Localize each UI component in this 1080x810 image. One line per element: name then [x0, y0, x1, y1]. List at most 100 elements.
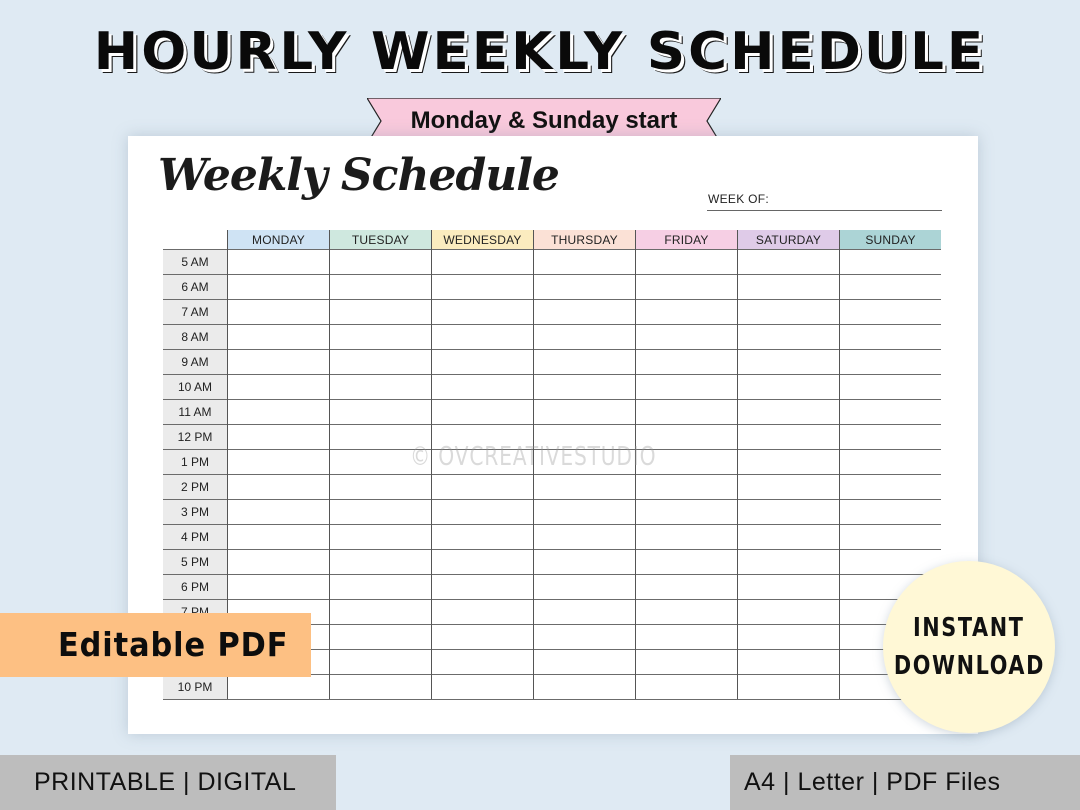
schedule-cell[interactable] [737, 649, 840, 675]
schedule-cell[interactable] [329, 274, 432, 300]
schedule-cell[interactable] [737, 349, 840, 375]
schedule-cell[interactable] [431, 249, 534, 275]
schedule-cell[interactable] [431, 349, 534, 375]
schedule-cell[interactable] [737, 574, 840, 600]
schedule-cell[interactable] [635, 574, 738, 600]
schedule-cell[interactable] [533, 399, 636, 425]
schedule-cell[interactable] [329, 499, 432, 525]
schedule-cell[interactable] [839, 424, 941, 450]
schedule-cell[interactable] [329, 474, 432, 500]
schedule-cell[interactable] [431, 674, 534, 700]
schedule-cell[interactable] [737, 674, 840, 700]
schedule-cell[interactable] [431, 549, 534, 575]
schedule-cell[interactable] [329, 524, 432, 550]
schedule-cell[interactable] [227, 474, 330, 500]
schedule-cell[interactable] [431, 324, 534, 350]
schedule-cell[interactable] [737, 374, 840, 400]
schedule-cell[interactable] [635, 349, 738, 375]
schedule-cell[interactable] [635, 474, 738, 500]
schedule-cell[interactable] [329, 674, 432, 700]
schedule-cell[interactable] [431, 649, 534, 675]
schedule-cell[interactable] [431, 399, 534, 425]
schedule-cell[interactable] [431, 474, 534, 500]
schedule-cell[interactable] [227, 549, 330, 575]
schedule-cell[interactable] [329, 299, 432, 325]
schedule-cell[interactable] [737, 474, 840, 500]
schedule-cell[interactable] [839, 449, 941, 475]
schedule-cell[interactable] [533, 274, 636, 300]
schedule-cell[interactable] [635, 599, 738, 625]
schedule-cell[interactable] [227, 349, 330, 375]
schedule-cell[interactable] [329, 399, 432, 425]
schedule-cell[interactable] [227, 324, 330, 350]
schedule-cell[interactable] [737, 324, 840, 350]
schedule-cell[interactable] [737, 499, 840, 525]
schedule-cell[interactable] [635, 299, 738, 325]
schedule-cell[interactable] [329, 599, 432, 625]
schedule-cell[interactable] [635, 674, 738, 700]
schedule-cell[interactable] [329, 374, 432, 400]
schedule-cell[interactable] [533, 524, 636, 550]
schedule-cell[interactable] [533, 674, 636, 700]
schedule-cell[interactable] [635, 249, 738, 275]
schedule-cell[interactable] [533, 374, 636, 400]
week-of-field[interactable] [707, 210, 942, 211]
schedule-cell[interactable] [533, 649, 636, 675]
schedule-cell[interactable] [635, 499, 738, 525]
schedule-cell[interactable] [431, 524, 534, 550]
schedule-cell[interactable] [431, 274, 534, 300]
schedule-cell[interactable] [329, 349, 432, 375]
schedule-cell[interactable] [635, 649, 738, 675]
schedule-cell[interactable] [227, 574, 330, 600]
schedule-cell[interactable] [839, 374, 941, 400]
schedule-cell[interactable] [737, 549, 840, 575]
schedule-cell[interactable] [227, 449, 330, 475]
schedule-cell[interactable] [635, 399, 738, 425]
schedule-cell[interactable] [533, 299, 636, 325]
schedule-cell[interactable] [227, 274, 330, 300]
schedule-cell[interactable] [329, 624, 432, 650]
schedule-cell[interactable] [737, 274, 840, 300]
schedule-cell[interactable] [227, 524, 330, 550]
schedule-cell[interactable] [329, 649, 432, 675]
schedule-cell[interactable] [839, 299, 941, 325]
schedule-cell[interactable] [737, 624, 840, 650]
schedule-cell[interactable] [533, 599, 636, 625]
schedule-cell[interactable] [227, 249, 330, 275]
schedule-cell[interactable] [737, 424, 840, 450]
schedule-cell[interactable] [737, 449, 840, 475]
schedule-cell[interactable] [227, 299, 330, 325]
schedule-cell[interactable] [635, 374, 738, 400]
schedule-cell[interactable] [533, 549, 636, 575]
schedule-cell[interactable] [329, 574, 432, 600]
schedule-cell[interactable] [533, 324, 636, 350]
schedule-cell[interactable] [533, 349, 636, 375]
schedule-cell[interactable] [533, 574, 636, 600]
schedule-cell[interactable] [227, 499, 330, 525]
schedule-cell[interactable] [227, 424, 330, 450]
schedule-cell[interactable] [431, 624, 534, 650]
schedule-cell[interactable] [737, 599, 840, 625]
schedule-cell[interactable] [635, 524, 738, 550]
schedule-cell[interactable] [431, 374, 534, 400]
schedule-cell[interactable] [839, 499, 941, 525]
schedule-cell[interactable] [737, 299, 840, 325]
schedule-cell[interactable] [533, 474, 636, 500]
schedule-cell[interactable] [839, 249, 941, 275]
schedule-cell[interactable] [329, 549, 432, 575]
schedule-cell[interactable] [839, 324, 941, 350]
schedule-cell[interactable] [737, 524, 840, 550]
schedule-cell[interactable] [737, 249, 840, 275]
schedule-cell[interactable] [431, 299, 534, 325]
schedule-cell[interactable] [839, 474, 941, 500]
schedule-cell[interactable] [431, 499, 534, 525]
schedule-cell[interactable] [635, 324, 738, 350]
schedule-cell[interactable] [227, 374, 330, 400]
schedule-cell[interactable] [839, 349, 941, 375]
schedule-cell[interactable] [839, 549, 941, 575]
schedule-cell[interactable] [227, 674, 330, 700]
schedule-cell[interactable] [533, 249, 636, 275]
schedule-cell[interactable] [533, 499, 636, 525]
schedule-cell[interactable] [329, 324, 432, 350]
schedule-cell[interactable] [635, 274, 738, 300]
